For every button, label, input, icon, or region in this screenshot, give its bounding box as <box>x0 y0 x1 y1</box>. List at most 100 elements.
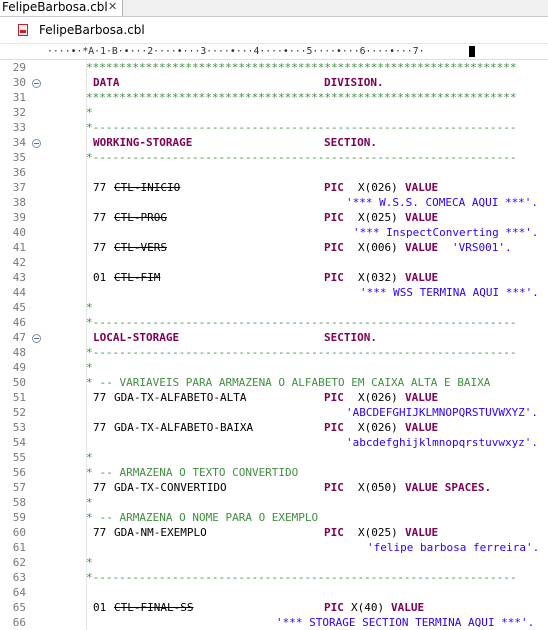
level-number: 77 <box>93 421 107 434</box>
comment-text: -- VARIAVEIS PARA ARMAZENA O ALFABETO EM… <box>93 376 491 389</box>
code-line: 77 GDA-TX-ALFABETO-ALTA PIC X(026) VALUE <box>47 390 438 405</box>
pic-keyword: PIC <box>324 421 344 434</box>
fold-collapse-icon[interactable] <box>32 334 41 343</box>
code-line: 77 GDA-NM-EXEMPLO PIC X(025) VALUE <box>47 525 438 540</box>
value-keyword: VALUE <box>405 181 439 194</box>
string-literal: 'VRS001'. <box>452 241 512 254</box>
comment-star: * <box>86 496 93 509</box>
line-number: 46 <box>12 316 26 329</box>
pic-clause: X(026) <box>358 391 398 404</box>
code-line: * -- VARIAVEIS PARA ARMAZENA O ALFABETO … <box>47 375 490 390</box>
code-line: 77 CTL-PROG PIC X(025) VALUE <box>47 210 438 225</box>
line-number: 44 <box>12 286 26 299</box>
code-line: '*** WSS TERMINA AQUI ***'. <box>47 285 539 300</box>
pic-clause: X(40) <box>351 601 385 614</box>
variable-name: CTL-FIM <box>114 271 161 284</box>
line-number: 65 <box>12 601 26 614</box>
comment-dashes: *---------------------------------------… <box>86 316 517 329</box>
pic-keyword: PIC <box>324 601 344 614</box>
code-line: 77 GDA-TX-ALFABETO-BAIXA PIC X(026) VALU… <box>47 420 438 435</box>
code-line: '*** STORAGE SECTION TERMINA AQUI ***'. <box>47 615 534 630</box>
value-keyword: VALUE <box>405 241 439 254</box>
line-number: 57 <box>12 481 26 494</box>
editor-tab-bar: FelipeBarbosa.cbl ✕ <box>0 0 548 17</box>
line-number: 64 <box>12 586 26 599</box>
close-icon[interactable]: ✕ <box>108 0 117 14</box>
pic-keyword: PIC <box>324 481 344 494</box>
line-number: 59 <box>12 511 26 524</box>
ruler-cursor-marker <box>469 46 475 57</box>
level-number: 01 <box>93 601 107 614</box>
line-number: 36 <box>12 166 26 179</box>
line-number: 60 <box>12 526 26 539</box>
comment-star: * <box>86 301 93 314</box>
line-number: 45 <box>12 301 26 314</box>
working-storage-keyword: WORKING-STORAGE <box>93 136 193 149</box>
comment-text: -- ARMAZENA O TEXTO CONVERTIDO <box>93 466 299 479</box>
level-number: 77 <box>93 391 107 404</box>
comment-stars: ****************************************… <box>86 61 517 74</box>
line-number: 40 <box>12 226 26 239</box>
code-line: LOCAL-STORAGE SECTION. <box>47 330 377 345</box>
level-number: 77 <box>93 526 107 539</box>
cobol-file-icon <box>18 24 28 36</box>
value-keyword: VALUE <box>405 391 439 404</box>
line-number: 29 <box>12 61 26 74</box>
comment-star: * <box>86 511 93 524</box>
ruler-text: ····•·*A·1·B·•···2····•···3····•···4····… <box>47 46 425 57</box>
code-line: 01 CTL-FINAL-SS PIC X(40) VALUE <box>47 600 424 615</box>
pic-clause: X(025) <box>358 526 398 539</box>
code-line: 77 GDA-TX-CONVERTIDO PIC X(050) VALUE SP… <box>47 480 491 495</box>
code-line: 'ABCDEFGHIJKLMNOPQRSTUVWXYZ'. <box>47 405 538 420</box>
line-number: 55 <box>12 451 26 464</box>
pic-clause: X(006) <box>358 241 398 254</box>
code-line: * -- ARMAZENA O NOME PARA O EXEMPLO <box>47 510 318 525</box>
pic-clause: X(025) <box>358 211 398 224</box>
string-literal: '*** WSS TERMINA AQUI ***'. <box>360 286 539 299</box>
value-keyword: VALUE <box>405 271 439 284</box>
value-spaces-keyword: VALUE SPACES. <box>405 481 492 494</box>
pic-keyword: PIC <box>324 271 344 284</box>
line-number: 54 <box>12 436 26 449</box>
pic-keyword: PIC <box>324 181 344 194</box>
level-number: 77 <box>93 481 107 494</box>
line-number: 31 <box>12 91 26 104</box>
line-number: 51 <box>12 391 26 404</box>
code-line: '*** InspectConverting ***'. <box>47 225 538 240</box>
column-ruler: ····•·*A·1·B·•···2····•···3····•···4····… <box>0 44 548 60</box>
value-keyword: VALUE <box>405 421 439 434</box>
variable-name: CTL-INICIO <box>114 181 181 194</box>
level-number: 77 <box>93 211 107 224</box>
code-line: 'felipe barbosa ferreira'. <box>47 540 539 555</box>
breadcrumb-file-label[interactable]: FelipeBarbosa.cbl <box>39 17 145 43</box>
section-keyword: SECTION. <box>324 331 377 344</box>
string-literal: '*** W.S.S. COMECA AQUI ***'. <box>346 196 539 209</box>
line-number: 66 <box>12 616 26 629</box>
code-line: 01 CTL-FIM PIC X(032) VALUE <box>47 270 438 285</box>
string-literal: 'ABCDEFGHIJKLMNOPQRSTUVWXYZ'. <box>346 406 539 419</box>
pic-clause: X(032) <box>358 271 398 284</box>
code-editor[interactable]: ****************************************… <box>47 60 548 630</box>
editor-tab-title[interactable]: FelipeBarbosa.cbl <box>2 0 108 14</box>
value-keyword: VALUE <box>405 526 439 539</box>
variable-name: GDA-TX-CONVERTIDO <box>114 481 227 494</box>
fold-collapse-icon[interactable] <box>32 79 41 88</box>
variable-name: CTL-PROG <box>114 211 167 224</box>
comment-star: * <box>86 451 93 464</box>
editor-tab[interactable]: FelipeBarbosa.cbl ✕ <box>0 0 123 16</box>
pic-keyword: PIC <box>324 526 344 539</box>
fold-collapse-icon[interactable] <box>32 139 41 148</box>
level-number: 77 <box>93 181 107 194</box>
line-number: 63 <box>12 571 26 584</box>
division-keyword: DIVISION. <box>324 76 384 89</box>
code-line: 'abcdefghijklmnopqrstuvwxyz'. <box>47 435 538 450</box>
line-number: 30 <box>12 76 26 89</box>
comment-star: * <box>86 556 93 569</box>
line-number: 53 <box>12 421 26 434</box>
code-line: 77 CTL-INICIO PIC X(026) VALUE <box>47 180 438 195</box>
line-number: 48 <box>12 346 26 359</box>
line-number: 41 <box>12 241 26 254</box>
comment-star: * <box>86 376 93 389</box>
code-line: 77 CTL-VERS PIC X(006) VALUE 'VRS001'. <box>47 240 512 255</box>
code-line: * -- ARMAZENA O TEXTO CONVERTIDO <box>47 465 298 480</box>
